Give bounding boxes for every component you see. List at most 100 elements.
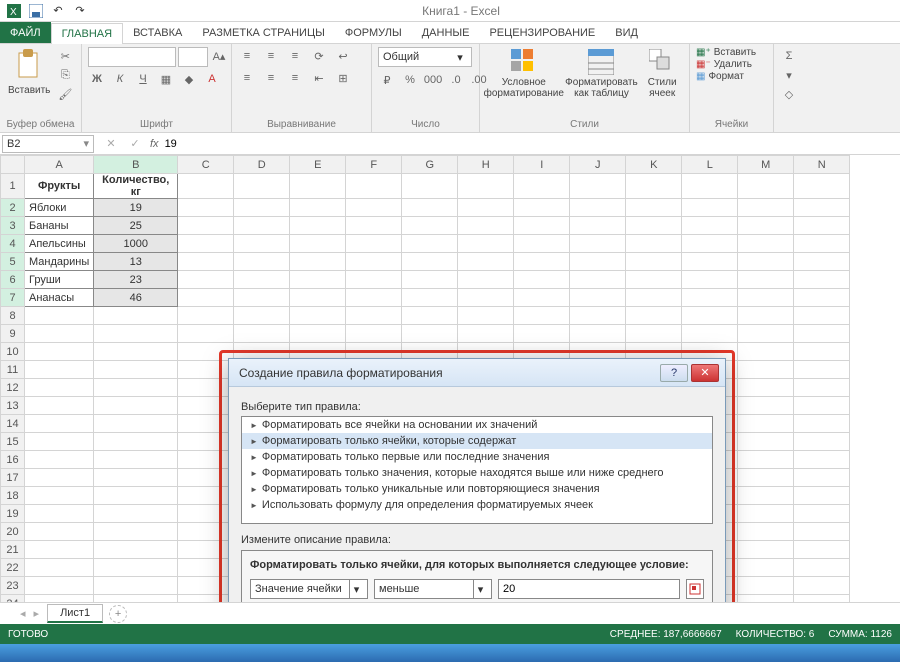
cell[interactable]: [290, 174, 346, 199]
cell[interactable]: [794, 361, 850, 379]
cell[interactable]: [738, 433, 794, 451]
fill-color-icon[interactable]: ◆: [180, 70, 198, 88]
font-size-combo[interactable]: [178, 47, 208, 67]
cell[interactable]: [794, 271, 850, 289]
cell[interactable]: [458, 253, 514, 271]
cell[interactable]: [794, 343, 850, 361]
cell[interactable]: [94, 595, 178, 603]
cell[interactable]: [346, 307, 402, 325]
enter-icon[interactable]: ✓: [126, 135, 144, 153]
align-top-icon[interactable]: ≡: [238, 47, 256, 65]
row-header[interactable]: 3: [1, 217, 25, 235]
cell[interactable]: [794, 469, 850, 487]
operator-dropdown[interactable]: меньше▾: [374, 579, 492, 599]
cell[interactable]: [458, 174, 514, 199]
cell[interactable]: [738, 217, 794, 235]
inc-decimal-icon[interactable]: .0: [447, 71, 465, 89]
cell[interactable]: [794, 379, 850, 397]
align-right-icon[interactable]: ≡: [286, 69, 304, 87]
cell[interactable]: [346, 325, 402, 343]
cell[interactable]: [794, 217, 850, 235]
cell[interactable]: [402, 325, 458, 343]
row-header[interactable]: 5: [1, 253, 25, 271]
cell[interactable]: [794, 199, 850, 217]
cell[interactable]: [346, 253, 402, 271]
cell[interactable]: [178, 199, 234, 217]
row-header[interactable]: 14: [1, 415, 25, 433]
cell[interactable]: Ананасы: [25, 289, 94, 307]
cell[interactable]: [738, 271, 794, 289]
cell[interactable]: [458, 217, 514, 235]
name-box[interactable]: B2▾: [2, 135, 94, 153]
cell[interactable]: [234, 271, 290, 289]
fill-icon[interactable]: ▾: [780, 66, 798, 84]
paste-button[interactable]: Вставить: [6, 47, 52, 98]
cell[interactable]: [25, 559, 94, 577]
cell[interactable]: [738, 397, 794, 415]
cell[interactable]: [626, 199, 682, 217]
cell[interactable]: [25, 505, 94, 523]
cell[interactable]: [25, 451, 94, 469]
cell[interactable]: [94, 487, 178, 505]
row-header[interactable]: 20: [1, 523, 25, 541]
cell[interactable]: [94, 343, 178, 361]
cell[interactable]: [94, 523, 178, 541]
cell[interactable]: [794, 523, 850, 541]
cell[interactable]: [402, 199, 458, 217]
cell[interactable]: [94, 433, 178, 451]
redo-icon[interactable]: ↷: [72, 3, 88, 19]
column-header[interactable]: E: [290, 156, 346, 174]
cell[interactable]: [794, 289, 850, 307]
row-header[interactable]: 8: [1, 307, 25, 325]
cell[interactable]: [234, 325, 290, 343]
cell[interactable]: [794, 577, 850, 595]
italic-button[interactable]: К: [111, 70, 129, 88]
row-header[interactable]: 15: [1, 433, 25, 451]
cell[interactable]: [738, 199, 794, 217]
column-header[interactable]: D: [234, 156, 290, 174]
cell[interactable]: [178, 253, 234, 271]
row-header[interactable]: 23: [1, 577, 25, 595]
cell[interactable]: [346, 217, 402, 235]
cell[interactable]: [178, 271, 234, 289]
cell[interactable]: [94, 559, 178, 577]
cell[interactable]: [402, 271, 458, 289]
column-header[interactable]: K: [626, 156, 682, 174]
cell[interactable]: [402, 217, 458, 235]
cell[interactable]: [570, 253, 626, 271]
rule-item[interactable]: Форматировать только ячейки, которые сод…: [242, 433, 712, 449]
row-header[interactable]: 6: [1, 271, 25, 289]
row-header[interactable]: 24: [1, 595, 25, 603]
column-header[interactable]: F: [346, 156, 402, 174]
cell[interactable]: [290, 289, 346, 307]
orientation-icon[interactable]: ⟳: [310, 47, 328, 65]
cell[interactable]: [682, 271, 738, 289]
cell[interactable]: [738, 379, 794, 397]
sheet-nav-next-icon[interactable]: ▸: [34, 607, 40, 620]
cell[interactable]: [514, 199, 570, 217]
cell[interactable]: [458, 199, 514, 217]
cell[interactable]: 1000: [94, 235, 178, 253]
cell[interactable]: [738, 174, 794, 199]
cell[interactable]: [290, 235, 346, 253]
increase-font-icon[interactable]: A▴: [210, 47, 228, 65]
cell[interactable]: [346, 174, 402, 199]
cell[interactable]: [570, 271, 626, 289]
cell[interactable]: [94, 361, 178, 379]
cell[interactable]: [25, 343, 94, 361]
tab-layout[interactable]: РАЗМЕТКА СТРАНИЦЫ: [192, 22, 334, 43]
row-header[interactable]: 10: [1, 343, 25, 361]
cell[interactable]: [682, 217, 738, 235]
cell[interactable]: [458, 325, 514, 343]
cell[interactable]: [514, 217, 570, 235]
cell[interactable]: [25, 469, 94, 487]
sheet-nav-prev-icon[interactable]: ◂: [20, 607, 26, 620]
cell[interactable]: [94, 505, 178, 523]
row-header[interactable]: 1: [1, 174, 25, 199]
row-header[interactable]: 19: [1, 505, 25, 523]
cell[interactable]: [794, 505, 850, 523]
column-header[interactable]: A: [25, 156, 94, 174]
cell[interactable]: [290, 271, 346, 289]
tab-formulas[interactable]: ФОРМУЛЫ: [335, 22, 412, 43]
cell[interactable]: [458, 307, 514, 325]
